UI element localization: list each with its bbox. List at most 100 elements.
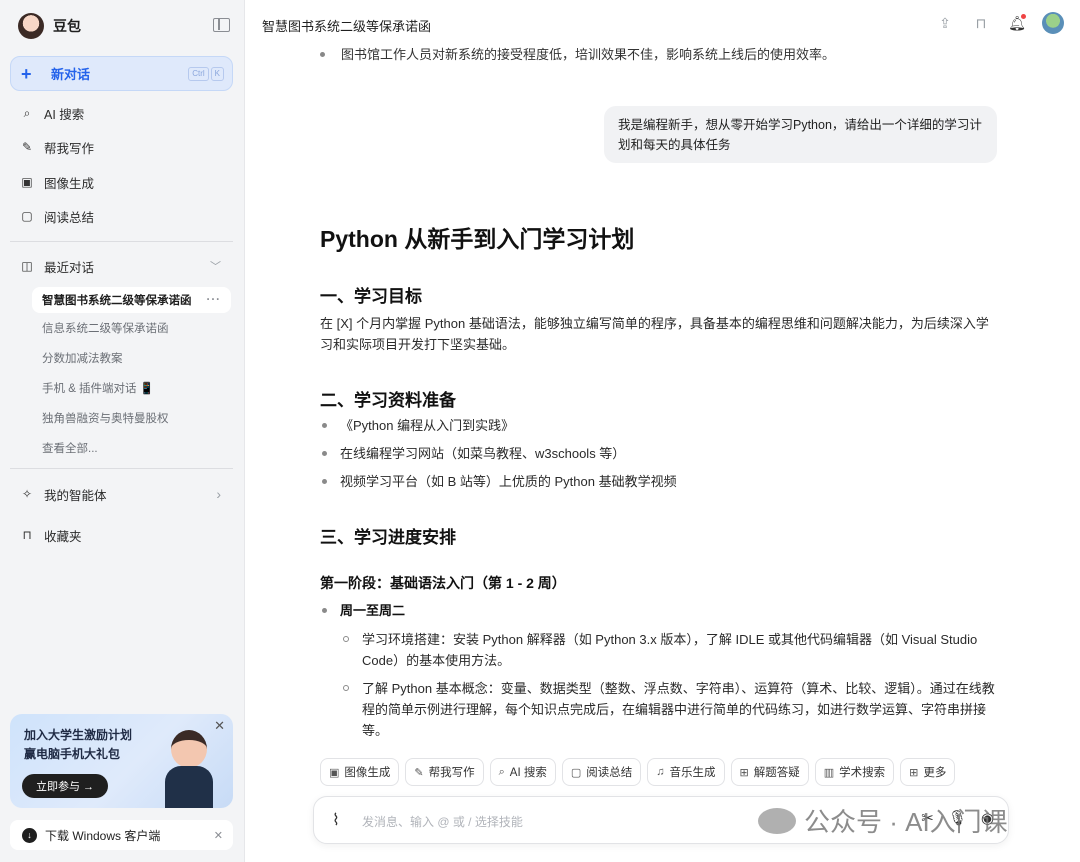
bell-icon[interactable]: 🔔︎ bbox=[1006, 12, 1028, 34]
conversation-area: 图书馆工作人员对新系统的接受程度低，培训效果不佳，影响系统上线后的使用效率。 我… bbox=[245, 46, 1080, 862]
section-heading: 一、学习目标 bbox=[320, 287, 422, 306]
skill-reading[interactable]: ▢ 阅读总结 bbox=[561, 758, 642, 786]
skill-label: 解题答疑 bbox=[753, 767, 800, 779]
share-icon[interactable]: ⇪ bbox=[934, 12, 956, 34]
skill-label: 图像生成 bbox=[344, 767, 391, 779]
subsection-heading: 第一阶段：基础语法入门（第 1 - 2 周） bbox=[320, 575, 566, 591]
nav-favorites[interactable]: ⊓ 收藏夹 bbox=[10, 520, 233, 550]
bookmark-icon: ⊓ bbox=[22, 528, 32, 542]
nav-label: 图像生成 bbox=[44, 176, 95, 191]
shortcut-key-ctrl: Ctrl bbox=[188, 67, 209, 81]
recent-item[interactable]: 信息系统二级等保承诺函 bbox=[32, 315, 231, 341]
close-icon[interactable]: ✕ bbox=[214, 829, 223, 842]
book-icon: ▢ bbox=[570, 766, 582, 779]
shortcut-key-k: K bbox=[210, 67, 224, 81]
user-avatar[interactable] bbox=[1042, 12, 1064, 34]
solve-icon: ⊞ bbox=[739, 766, 749, 779]
user-message-bubble: 我是编程新手，想从零开始学习Python，请给出一个详细的学习计划和每天的具体任… bbox=[604, 106, 997, 163]
skill-music[interactable]: ♫ 音乐生成 bbox=[647, 758, 725, 786]
image-icon: ▣ bbox=[329, 766, 340, 779]
skill-academic[interactable]: ▥ 学术搜索 bbox=[814, 758, 895, 786]
recent-header-label: 最近对话 bbox=[44, 260, 95, 275]
download-client-button[interactable]: ↓ 下载 Windows 客户端 ✕ bbox=[10, 820, 233, 850]
download-icon: ↓ bbox=[22, 827, 37, 843]
recent-item[interactable]: 独角兽融资与奥特曼股权 bbox=[32, 405, 231, 431]
message-input[interactable]: 发消息、输入 @ 或 / 选择技能 bbox=[362, 813, 523, 830]
skill-label: 阅读总结 bbox=[586, 767, 633, 779]
plus-icon: + bbox=[21, 63, 32, 84]
brand[interactable]: 豆包 bbox=[18, 12, 81, 40]
recent-item-active[interactable]: 智慧图书系统二级等保承诺函 ··· bbox=[32, 287, 231, 313]
recent-item-label: 独角兽融资与奥特曼股权 bbox=[42, 413, 169, 425]
section-heading: 二、学习资料准备 bbox=[320, 391, 456, 410]
collapse-sidebar-icon[interactable] bbox=[213, 18, 230, 32]
promo-join-button[interactable]: 立即参与 → bbox=[22, 774, 108, 798]
nav-label: 我的智能体 bbox=[44, 488, 107, 503]
skill-image-gen[interactable]: ▣ 图像生成 bbox=[320, 758, 400, 786]
doc-title: Python 从新手到入门学习计划 bbox=[320, 226, 635, 252]
music-icon: ♫ bbox=[656, 766, 665, 778]
skill-label: 更多 bbox=[923, 767, 947, 779]
paragraph: 在 [X] 个月内掌握 Python 基础语法，能够独立编写简单的程序，具备基本… bbox=[320, 316, 989, 352]
skill-solve[interactable]: ⊞ 解题答疑 bbox=[730, 758, 809, 786]
bullet bbox=[320, 52, 325, 57]
promo-line2: 赢电脑手机大礼包 bbox=[24, 747, 121, 761]
chat-bubble-icon: ◫ bbox=[21, 259, 33, 273]
skill-label: AI 搜索 bbox=[509, 767, 547, 779]
skill-more[interactable]: ⊞ 更多 bbox=[900, 758, 956, 786]
recent-header[interactable]: ◫ 最近对话 ﹀ bbox=[10, 251, 233, 281]
brand-avatar bbox=[18, 13, 44, 39]
top-actions: ⇪ ⊓ 🔔︎ bbox=[934, 12, 1064, 34]
grid-icon: ⊞ bbox=[909, 766, 919, 779]
watermark-text: 公众号 · AI入门课 bbox=[804, 807, 1008, 837]
more-options-icon[interactable]: ··· bbox=[207, 294, 222, 306]
nav-label: 收藏夹 bbox=[44, 529, 82, 544]
recent-item-label: 智慧图书系统二级等保承诺函 bbox=[42, 295, 192, 307]
nav-image-gen[interactable]: ▣ 图像生成 bbox=[10, 167, 233, 197]
recent-item[interactable]: 分数加减法教案 bbox=[32, 345, 231, 371]
skill-writing[interactable]: ✎ 帮我写作 bbox=[405, 758, 484, 786]
chevron-right-icon: › bbox=[216, 486, 221, 502]
skill-label: 音乐生成 bbox=[669, 767, 716, 779]
recent-item-label: 分数加减法教案 bbox=[42, 353, 123, 365]
download-label: 下载 Windows 客户端 bbox=[45, 828, 161, 843]
chevron-down-icon: ﹀ bbox=[210, 261, 221, 273]
promo-character-illustration bbox=[157, 724, 219, 808]
nav-writing[interactable]: ✎ 帮我写作 bbox=[10, 132, 233, 162]
recent-item[interactable]: 手机 & 插件端对话 📱 bbox=[32, 375, 231, 401]
wechat-icon bbox=[758, 807, 796, 834]
nav-my-agents[interactable]: ✧ 我的智能体 › bbox=[10, 479, 233, 509]
view-all-label: 查看全部... bbox=[42, 443, 98, 455]
close-icon[interactable]: ✕ bbox=[214, 718, 225, 734]
recent-item-label: 手机 & 插件端对话 📱 bbox=[42, 383, 155, 395]
view-all-link[interactable]: 查看全部... bbox=[32, 435, 231, 461]
conversation-title: 智慧图书系统二级等保承诺函 bbox=[262, 19, 432, 34]
pen-icon: ✎ bbox=[414, 766, 424, 779]
nav-label: 帮我写作 bbox=[44, 141, 95, 156]
paperclip-icon[interactable]: ⌇ bbox=[332, 810, 340, 830]
pen-icon: ✎ bbox=[21, 140, 33, 154]
bookmark-icon[interactable]: ⊓ bbox=[970, 12, 992, 34]
notification-dot bbox=[1021, 14, 1026, 19]
skill-ai-search[interactable]: ⌕ AI 搜索 bbox=[489, 758, 556, 786]
nav-label: 阅读总结 bbox=[44, 210, 95, 225]
watermark: 公众号 · AI入门课 bbox=[758, 802, 1008, 839]
topbar: 智慧图书系统二级等保承诺函 ⇪ ⊓ 🔔︎ bbox=[245, 0, 1080, 46]
list-item: 周一至周二 bbox=[320, 600, 405, 621]
section-heading: 三、学习进度安排 bbox=[320, 528, 456, 547]
new-chat-button[interactable]: + 新对话 Ctrl K bbox=[10, 56, 233, 91]
image-icon: ▣ bbox=[21, 175, 33, 189]
skill-label: 帮我写作 bbox=[428, 767, 475, 779]
promo-banner[interactable]: 加入大学生激励计划 赢电脑手机大礼包 立即参与 → ✕ bbox=[10, 714, 233, 808]
new-chat-label: 新对话 bbox=[51, 67, 91, 82]
brand-name: 豆包 bbox=[53, 18, 81, 34]
academic-icon: ▥ bbox=[823, 766, 835, 779]
skill-bar: ▣ 图像生成 ✎ 帮我写作 ⌕ AI 搜索 ▢ 阅读总结 ♫ 音乐生成 ⊞ 解题答疑 ▥ 学术… bbox=[320, 758, 956, 786]
nav-reading[interactable]: ▢ 阅读总结 bbox=[10, 201, 233, 231]
list-item: 视频学习平台（如 B 站等）上优质的 Python 基础教学视频 bbox=[320, 471, 677, 492]
sub-list-item: 学习环境搭建：安装 Python 解释器（如 Python 3.x 版本），了解… bbox=[341, 629, 1001, 671]
list-item: 在线编程学习网站（如菜鸟教程、w3schools 等） bbox=[320, 443, 625, 464]
nav-ai-search[interactable]: ⌕ AI 搜索 bbox=[10, 98, 233, 128]
divider bbox=[10, 468, 233, 469]
shortcut-hint: Ctrl K bbox=[188, 67, 224, 81]
